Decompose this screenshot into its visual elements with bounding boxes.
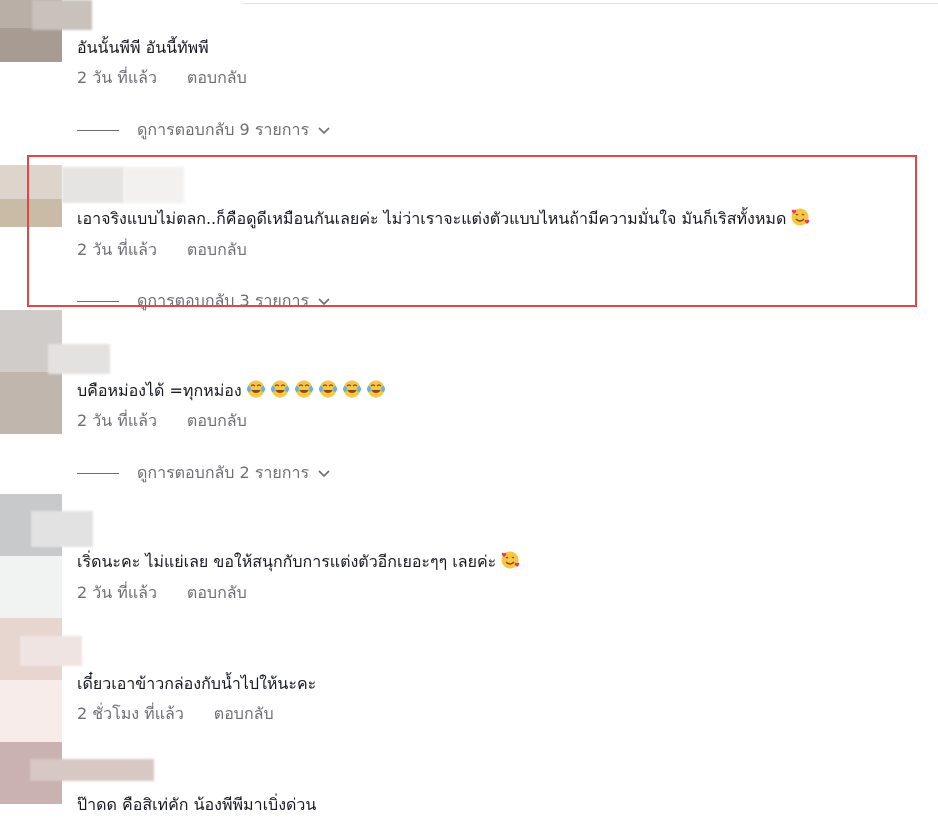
divider-dash	[77, 129, 119, 131]
comment-meta: 2 ชั่วโมง ที่แล้ว ตอบกลับ	[77, 703, 274, 725]
comment-time: 2 วัน ที่แล้ว	[77, 240, 157, 259]
divider-dash	[77, 472, 119, 474]
section-divider	[243, 3, 938, 4]
comment-meta: 2 วัน ที่แล้ว ตอบกลับ	[77, 239, 247, 261]
view-replies-label: ดูการตอบกลับ 2 รายการ	[137, 463, 310, 482]
face-with-tears-of-joy-icon	[366, 380, 385, 398]
avatar-lower	[0, 372, 62, 434]
reply-button[interactable]: ตอบกลับ	[187, 68, 247, 87]
avatar-lower	[0, 556, 62, 618]
chevron-down-icon	[318, 127, 330, 135]
divider-dash	[77, 300, 119, 302]
view-replies-label: ดูการตอบกลับ 3 รายการ	[137, 291, 310, 310]
avatar-lower	[0, 680, 62, 742]
face-with-tears-of-joy-icon	[270, 380, 289, 398]
chevron-down-icon	[318, 298, 330, 306]
view-replies-label: ดูการตอบกลับ 9 รายการ	[137, 120, 310, 139]
face-with-tears-of-joy-icon	[246, 380, 265, 398]
username-blurred	[124, 167, 184, 203]
face-with-tears-of-joy-icon	[342, 380, 361, 398]
face-with-tears-of-joy-icon	[294, 380, 313, 398]
username-blurred	[48, 344, 110, 374]
view-replies-button[interactable]: ดูการตอบกลับ 2 รายการ	[77, 462, 331, 484]
emoji-row	[242, 380, 386, 400]
chevron-down-icon	[318, 470, 330, 478]
comment-meta: 2 วัน ที่แล้ว ตอบกลับ	[77, 410, 247, 432]
reply-button[interactable]: ตอบกลับ	[214, 704, 274, 723]
reply-button[interactable]: ตอบกลับ	[187, 411, 247, 430]
comment-text: อันนั้นพีพี อันนี้ทัพพี	[77, 38, 209, 57]
comment-time: 2 วัน ที่แล้ว	[77, 411, 157, 430]
comment-time: 2 วัน ที่แล้ว	[77, 583, 157, 602]
view-replies-button[interactable]: ดูการตอบกลับ 3 รายการ	[77, 290, 331, 312]
username-blurred	[20, 636, 82, 666]
comment-text: เอาจริงแบบไม่ตลก..ก็คือดูดีเหมือนกันเลยค…	[77, 207, 810, 230]
comment-text: เริ่ดนะคะ ไม่แย่เลย ขอให้สนุกกับการแต่งต…	[77, 550, 520, 573]
view-replies-button[interactable]: ดูการตอบกลับ 9 รายการ	[77, 119, 331, 141]
username-blurred	[62, 167, 124, 203]
reply-button[interactable]: ตอบกลับ	[187, 240, 247, 259]
avatar[interactable]	[0, 165, 62, 227]
face-with-tears-of-joy-icon	[318, 380, 337, 398]
comment-meta: 2 วัน ที่แล้ว ตอบกลับ	[77, 67, 247, 89]
comment-meta: 2 วัน ที่แล้ว ตอบกลับ	[77, 582, 247, 604]
comment-time: 2 ชั่วโมง ที่แล้ว	[77, 704, 184, 723]
smiling-face-with-hearts-icon	[501, 551, 520, 569]
reply-button[interactable]: ตอบกลับ	[187, 583, 247, 602]
username-blurred	[32, 0, 92, 30]
username-blurred	[31, 511, 93, 547]
comment-text: ป๊าดด คือสิเท่คัก น้องพีพีมาเบิ่งด่วน	[77, 795, 317, 814]
comment-text: บคือหม่องได้ =ทุกหม่อง	[77, 379, 386, 402]
username-blurred	[30, 759, 154, 781]
smiling-face-with-hearts-icon	[791, 208, 810, 226]
comment-time: 2 วัน ที่แล้ว	[77, 68, 157, 87]
comment-text: เดี๋ยวเอาข้าวกล่องกับน้ำไปให้นะคะ	[77, 674, 317, 693]
